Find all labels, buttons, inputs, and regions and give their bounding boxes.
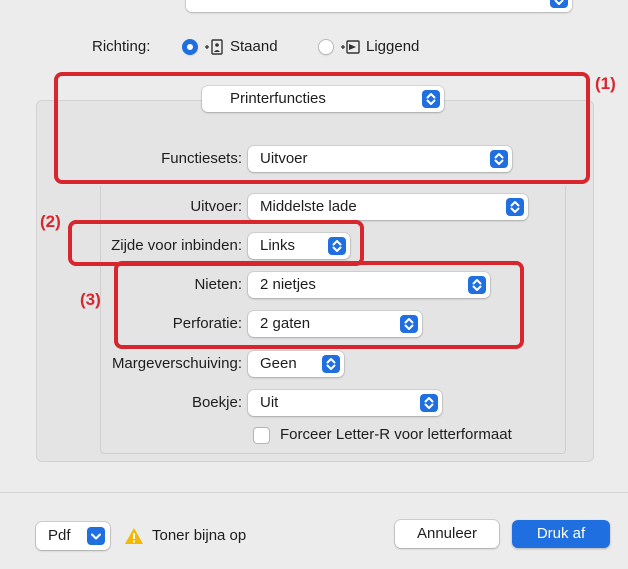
callout-label-1: (1) [595, 74, 616, 93]
margin-shift-label: Margeverschuiving: [111, 355, 242, 372]
booklet-stepper-icon [420, 394, 438, 412]
force-letter-checkbox[interactable] [253, 427, 270, 444]
print-button[interactable]: Druk af [512, 520, 610, 548]
callout-label-2: (2) [40, 212, 61, 231]
chevron-down-icon [87, 527, 105, 545]
output-popup[interactable]: Middelste lade [248, 194, 528, 220]
booklet-popup[interactable]: Uit [248, 390, 442, 416]
callout-label-3: (3) [80, 290, 101, 309]
portrait-icon [205, 39, 223, 55]
landscape-icon [341, 40, 360, 54]
footer-separator [0, 492, 628, 493]
orientation-landscape-label: Liggend [366, 38, 420, 55]
margin-shift-value: Geen [260, 355, 297, 372]
output-label: Uitvoer: [190, 198, 242, 215]
margin-shift-stepper-icon [322, 355, 340, 373]
margin-shift-popup[interactable]: Geen [248, 351, 344, 377]
callout-box-3 [114, 261, 524, 349]
pdf-menu-label: Pdf [48, 527, 71, 544]
callout-box-1 [54, 72, 590, 184]
force-letter-label: Forceer Letter-R voor letterformaat [280, 426, 512, 443]
output-stepper-icon [506, 198, 524, 216]
paper-size-popup[interactable] [186, 0, 572, 12]
pdf-menu-button[interactable]: Pdf [36, 522, 110, 550]
callout-box-2 [68, 220, 364, 266]
warning-icon [125, 528, 143, 544]
orientation-portrait-label: Staand [230, 38, 278, 55]
orientation-portrait-radio[interactable] [182, 39, 198, 55]
booklet-label: Boekje: [191, 394, 242, 411]
output-value: Middelste lade [260, 198, 357, 215]
orientation-label: Richting: [92, 38, 151, 55]
orientation-landscape-radio[interactable] [318, 39, 334, 55]
warning-text: Toner bijna op [152, 527, 247, 544]
popup-stepper-icon [550, 0, 568, 8]
booklet-value: Uit [260, 394, 279, 411]
cancel-button[interactable]: Annuleer [395, 520, 499, 548]
